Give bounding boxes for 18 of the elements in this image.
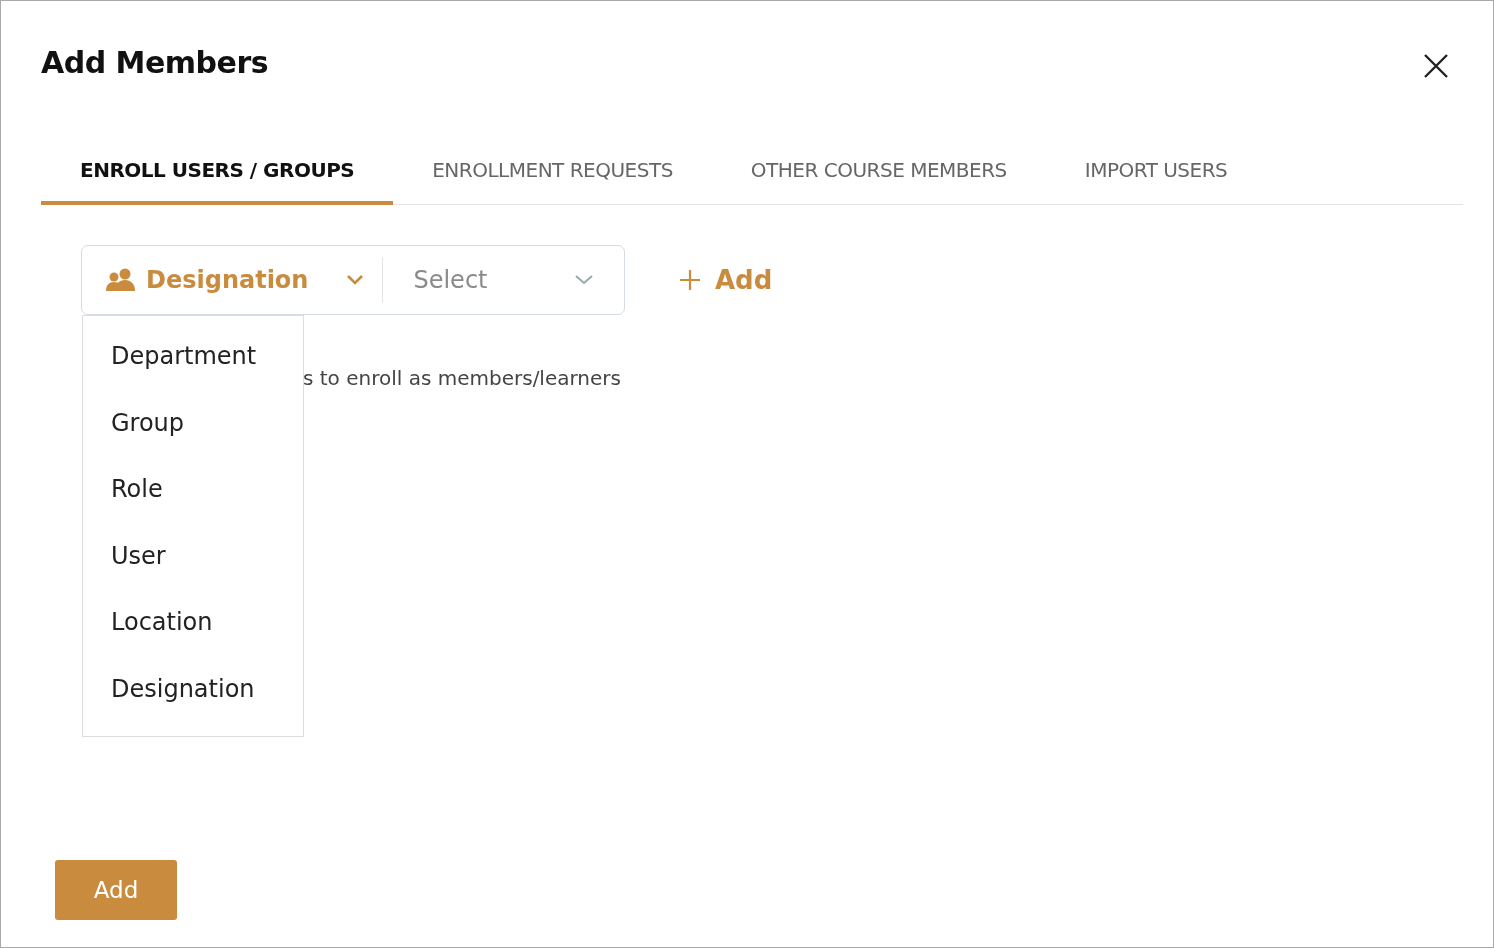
tab[interactable]: ENROLL USERS / GROUPS bbox=[41, 147, 394, 205]
people-icon bbox=[106, 267, 136, 293]
value-dropdown[interactable]: Select bbox=[383, 258, 624, 302]
menu-item[interactable]: Group bbox=[83, 390, 303, 458]
close-icon bbox=[1423, 53, 1449, 79]
selected-type: Designation bbox=[146, 265, 309, 296]
menu-item[interactable]: Role bbox=[83, 457, 303, 524]
hint-text: s to enroll as members/learners bbox=[303, 365, 622, 392]
menu-item[interactable]: Location bbox=[83, 590, 303, 657]
menu-item[interactable]: Department bbox=[83, 324, 303, 391]
tab[interactable]: IMPORT USERS bbox=[1045, 147, 1267, 205]
menu-item[interactable]: User bbox=[83, 523, 303, 591]
menu-item[interactable]: Designation bbox=[83, 656, 303, 724]
tab[interactable]: ENROLLMENT REQUESTS bbox=[393, 147, 712, 205]
plus-icon bbox=[679, 269, 701, 291]
chevron-icon bbox=[574, 274, 594, 286]
dialog-title: Add Members bbox=[41, 44, 269, 81]
tab[interactable]: OTHER COURSE MEMBERS bbox=[711, 147, 1046, 205]
